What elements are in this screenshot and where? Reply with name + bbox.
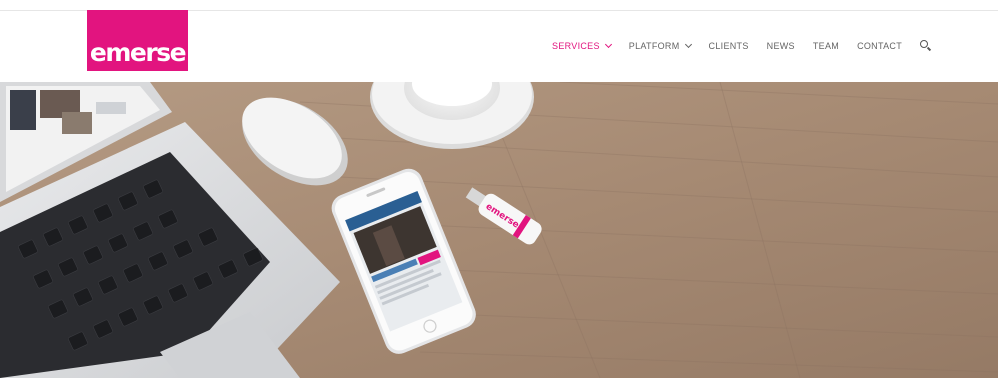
nav-platform[interactable]: PLATFORM <box>628 40 692 51</box>
nav-team[interactable]: TEAM <box>813 41 839 51</box>
search-icon[interactable] <box>920 40 932 52</box>
nav-news-label: NEWS <box>766 41 795 51</box>
hero-image: emerse <box>0 82 998 378</box>
main-nav: SERVICES PLATFORM CLIENTS NEWS TEAM CONT… <box>534 40 932 52</box>
nav-contact[interactable]: CONTACT <box>857 41 902 51</box>
site-header: emerse SERVICES PLATFORM CLIENTS NEWS TE… <box>0 0 998 82</box>
nav-clients-label: CLIENTS <box>708 41 749 51</box>
chevron-down-icon <box>604 40 612 49</box>
logo-text: emerse <box>89 38 187 67</box>
nav-clients[interactable]: CLIENTS <box>709 41 749 51</box>
chevron-down-icon <box>684 40 692 49</box>
nav-news[interactable]: NEWS <box>767 41 795 51</box>
nav-services-label: SERVICES <box>552 41 600 51</box>
nav-contact-label: CONTACT <box>857 41 902 51</box>
emerse-logo[interactable]: emerse <box>87 10 188 71</box>
nav-team-label: TEAM <box>812 41 840 51</box>
nav-platform-label: PLATFORM <box>628 41 680 51</box>
nav-services[interactable]: SERVICES <box>552 40 612 51</box>
